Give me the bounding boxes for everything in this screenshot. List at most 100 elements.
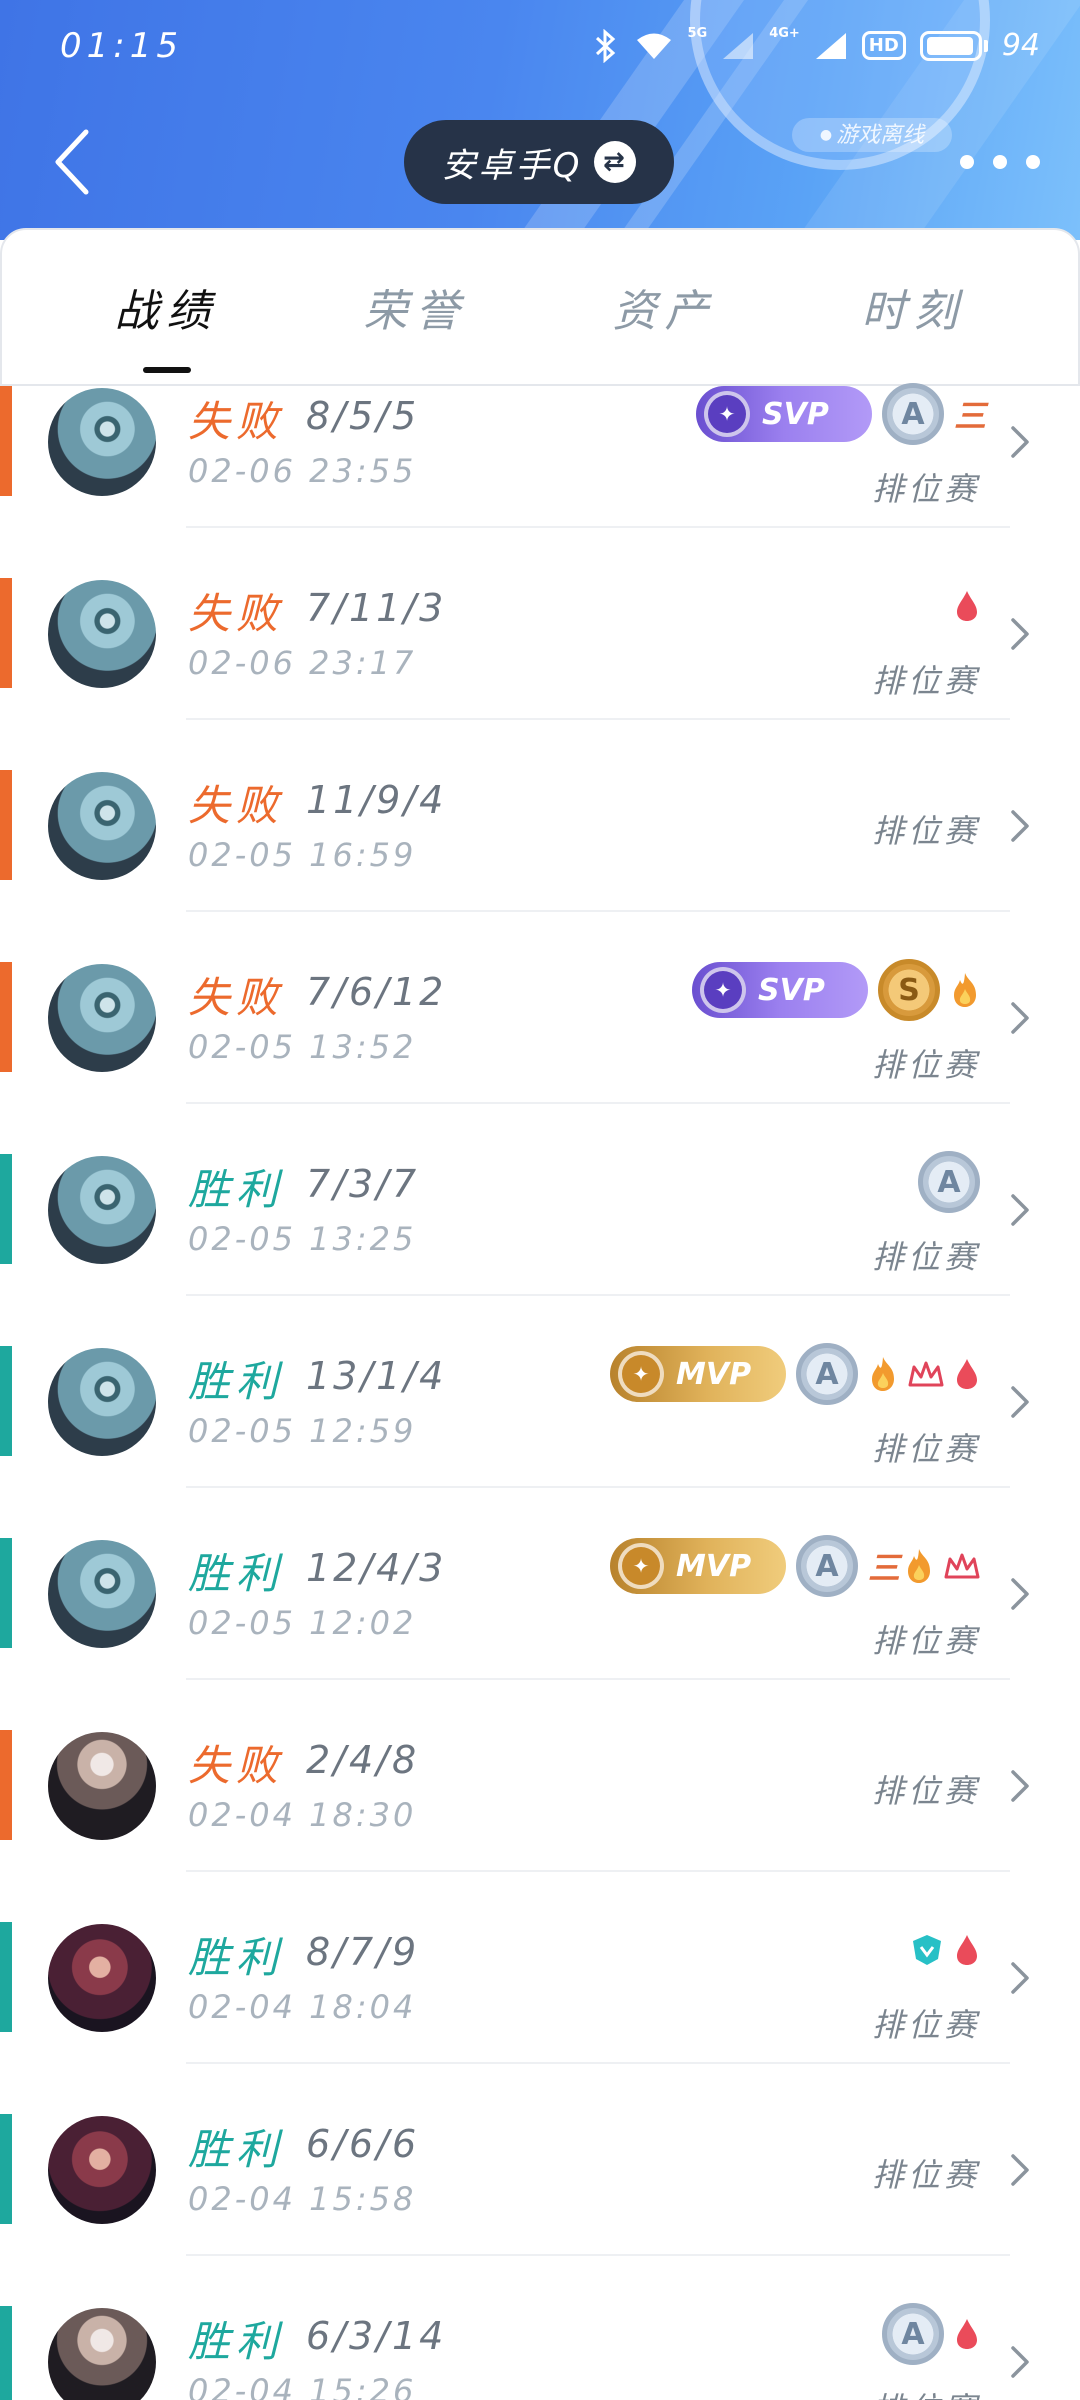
game-mode: 排位赛 (871, 1238, 980, 1276)
match-date: 02-04 18:04 (188, 1988, 417, 2026)
win-indicator (0, 1154, 12, 1264)
battery-icon (919, 30, 982, 61)
win-indicator (0, 1538, 12, 1648)
game-mode: 排位赛 (871, 1622, 980, 1660)
svp-badge: ✦ SVP (692, 962, 868, 1018)
row-divider (186, 1678, 1010, 1680)
win-indicator (0, 1922, 12, 2032)
match-row[interactable]: 失败 2/4/8 02-04 18:30 排位赛 (0, 1730, 1080, 1922)
hero-avatar (48, 964, 156, 1072)
match-row[interactable]: 胜利 6/3/14 02-04 15:26 A 排位赛 (0, 2303, 1080, 2400)
kda-score: 12/4/3 (306, 1546, 447, 1590)
svp-label: SVP (758, 972, 825, 1008)
game-mode: 排位赛 (871, 2156, 980, 2194)
crown-icon (944, 1553, 980, 1579)
star-coin-icon: ✦ (618, 1543, 664, 1589)
row-divider (186, 2254, 1010, 2256)
tab-record[interactable]: 战绩 (67, 275, 267, 373)
fire-icon (872, 1357, 894, 1391)
rank-a-badge: A (882, 383, 944, 445)
account-name: 安卓手Q (441, 145, 583, 186)
match-row[interactable]: 胜利 12/4/3 02-05 12:02 ✦ MVP A 三排位赛 (0, 1535, 1080, 1730)
row-divider (186, 910, 1010, 912)
game-mode: 排位赛 (871, 470, 980, 508)
game-mode: 排位赛 (871, 812, 980, 850)
loss-indicator (0, 578, 12, 688)
battery-cap (983, 39, 988, 52)
hero-avatar (48, 1540, 156, 1648)
mvp-badge: ✦ MVP (610, 1538, 786, 1594)
hero-avatar (48, 2116, 156, 2224)
rank-a-badge: A (796, 1343, 858, 1405)
chevron-right-icon (1011, 1578, 1029, 1610)
match-row[interactable]: 胜利 6/6/6 02-04 15:58 排位赛 (0, 2114, 1080, 2306)
tab-assets[interactable]: 资产 (565, 275, 765, 339)
match-result: 胜利 (188, 1357, 285, 1406)
match-date: 02-05 12:59 (188, 1412, 417, 1450)
chevron-right-icon (1011, 1386, 1029, 1418)
loss-indicator (0, 1730, 12, 1840)
achievement-badges: ✦ SVP S (692, 959, 980, 1021)
achievement-badges: A (918, 1151, 980, 1213)
match-date: 02-06 23:55 (188, 452, 417, 490)
hero-avatar (48, 1156, 156, 1264)
hero-avatar (48, 388, 156, 496)
match-row[interactable]: 失败 8/5/5 02-06 23:55 ✦ SVP A 三排位赛 (0, 383, 1080, 578)
game-mode: 排位赛 (871, 2006, 980, 2044)
game-offline-status: 游戏离线 (792, 118, 952, 152)
back-button[interactable] (44, 122, 100, 202)
match-row[interactable]: 胜利 8/7/9 02-04 18:04 排位赛 (0, 1922, 1080, 2114)
account-switcher[interactable]: 安卓手Q ⇄ (404, 120, 674, 204)
mvp-label: MVP (676, 1356, 752, 1392)
loss-indicator (0, 962, 12, 1072)
row-divider (186, 526, 1010, 528)
kda-score: 2/4/8 (306, 1738, 420, 1782)
header-banner: 01:15 5G 4G+ HD 94 游戏离线 (0, 0, 1080, 240)
hero-avatar (48, 1924, 156, 2032)
game-mode: 排位赛 (871, 1046, 980, 1084)
chevron-right-icon (1011, 2154, 1029, 2186)
match-result: 胜利 (188, 1165, 285, 1214)
rank-a-badge: A (796, 1535, 858, 1597)
kda-score: 8/7/9 (306, 1930, 420, 1974)
kda-score: 7/11/3 (306, 586, 447, 630)
triple-kill-icon: 三 (954, 397, 987, 435)
hero-avatar (48, 772, 156, 880)
match-row[interactable]: 胜利 13/1/4 02-05 12:59 ✦ MVP A 排位赛 (0, 1343, 1080, 1538)
star-coin-icon: ✦ (700, 967, 746, 1013)
blood-drop-icon (957, 1359, 977, 1389)
hero-avatar (48, 1348, 156, 1456)
chevron-right-icon (1011, 1194, 1029, 1226)
match-row[interactable]: 失败 7/6/12 02-05 13:52 ✦ SVP S 排位赛 (0, 959, 1080, 1154)
hero-avatar (48, 1732, 156, 1840)
rank-a-badge: A (882, 2303, 944, 2365)
chevron-right-icon (1011, 618, 1029, 650)
game-mode: 排位赛 (871, 662, 980, 700)
swap-icon: ⇄ (594, 141, 637, 183)
chevron-right-icon (1011, 1770, 1029, 1802)
win-indicator (0, 1346, 12, 1456)
status-bar: 01:15 5G 4G+ HD 94 (0, 0, 1080, 96)
match-row[interactable]: 失败 7/11/3 02-06 23:17 排位赛 (0, 578, 1080, 770)
kda-score: 6/6/6 (306, 2122, 420, 2166)
star-coin-icon: ✦ (704, 391, 750, 437)
tab-moments[interactable]: 时刻 (814, 275, 1014, 339)
row-divider (186, 1486, 1010, 1488)
bluetooth-icon (596, 28, 616, 63)
achievement-badges (910, 1920, 980, 1980)
network-5g-label: 5G (687, 26, 708, 41)
chevron-right-icon (1011, 1962, 1029, 1994)
tab-honor[interactable]: 荣誉 (316, 275, 516, 339)
kda-score: 13/1/4 (306, 1354, 447, 1398)
match-row[interactable]: 失败 11/9/4 02-05 16:59 排位赛 (0, 770, 1080, 962)
match-row[interactable]: 胜利 7/3/7 02-05 13:25 A 排位赛 (0, 1151, 1080, 1346)
more-button[interactable] (960, 140, 1040, 184)
rank-a-badge: A (918, 1151, 980, 1213)
shield-icon (913, 1935, 941, 1965)
dot (960, 155, 974, 169)
rank-s-badge: S (878, 959, 940, 1021)
match-date: 02-05 16:59 (188, 836, 417, 874)
chevron-right-icon (1011, 2346, 1029, 2378)
kda-score: 6/3/14 (306, 2314, 447, 2358)
match-result: 失败 (188, 973, 285, 1022)
